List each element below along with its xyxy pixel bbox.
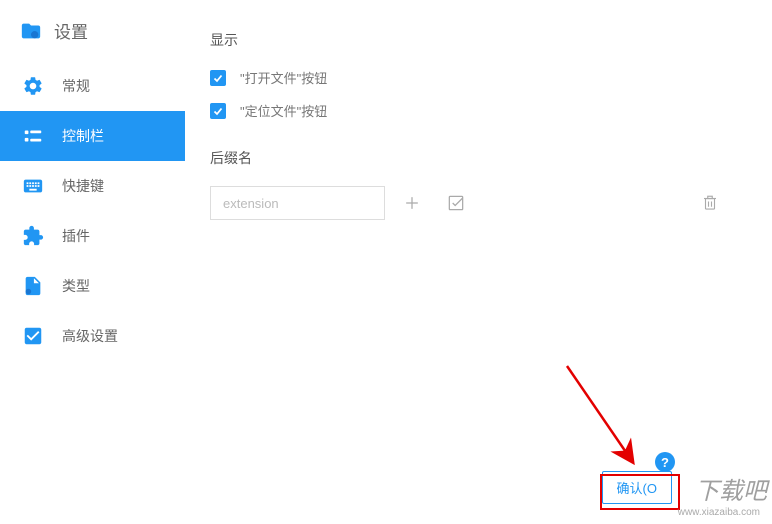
sidebar-item-label: 高级设置 [62, 326, 118, 346]
sidebar-item-advanced[interactable]: 高级设置 [0, 311, 185, 361]
help-icon[interactable]: ? [655, 452, 675, 472]
extension-input[interactable] [210, 186, 385, 220]
check-square-icon [22, 325, 44, 347]
annotation-arrow [557, 356, 657, 476]
controls-icon [22, 125, 44, 147]
checkbox-locatefile[interactable] [210, 103, 226, 119]
settings-header: 设置 [0, 0, 185, 61]
suffix-section-title: 后缀名 [210, 148, 737, 168]
add-button[interactable] [395, 186, 429, 220]
sidebar-item-plugins[interactable]: 插件 [0, 211, 185, 261]
watermark-text: 下载吧 [695, 480, 767, 504]
checkbox-label: "定位文件"按钮 [240, 101, 327, 120]
sidebar: 设置 常规 控制栏 快捷键 插件 [0, 0, 185, 524]
sidebar-item-types[interactable]: 类型 [0, 261, 185, 311]
keyboard-icon [22, 175, 44, 197]
sidebar-item-label: 类型 [62, 276, 90, 296]
watermark-url: www.xiazaiba.com [678, 507, 760, 518]
sidebar-item-label: 快捷键 [62, 176, 104, 196]
checkbox-openfile[interactable] [210, 70, 226, 86]
sidebar-item-shortcuts[interactable]: 快捷键 [0, 161, 185, 211]
sidebar-item-general[interactable]: 常规 [0, 61, 185, 111]
sidebar-item-label: 常规 [62, 76, 90, 96]
main-panel: 显示 "打开文件"按钮 "定位文件"按钮 后缀名 [185, 0, 772, 524]
sidebar-item-label: 插件 [62, 226, 90, 246]
page-title: 设置 [54, 18, 88, 43]
folder-icon [20, 20, 42, 42]
confirm-button[interactable]: 确认(O [602, 471, 672, 504]
sidebar-item-controlbar[interactable]: 控制栏 [0, 111, 185, 161]
display-section-title: 显示 [210, 30, 737, 50]
gear-icon [22, 75, 44, 97]
edit-button[interactable] [439, 186, 473, 220]
delete-button[interactable] [693, 186, 727, 220]
sidebar-item-label: 控制栏 [62, 126, 104, 146]
checkbox-row-openfile: "打开文件"按钮 [210, 68, 737, 87]
file-icon [22, 275, 44, 297]
checkbox-label: "打开文件"按钮 [240, 68, 327, 87]
puzzle-icon [22, 225, 44, 247]
checkbox-row-locatefile: "定位文件"按钮 [210, 101, 737, 120]
